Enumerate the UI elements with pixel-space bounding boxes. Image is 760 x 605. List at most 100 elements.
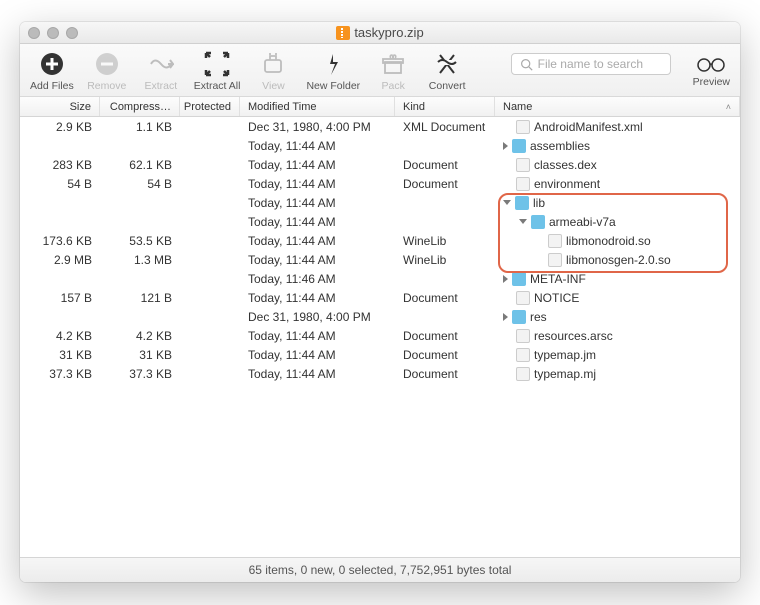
cell-name: typemap.mj — [495, 367, 740, 381]
file-name: res — [530, 310, 547, 324]
cell-modified: Today, 11:44 AM — [240, 158, 395, 172]
column-headers: Size Compress… Protected Modified Time K… — [20, 97, 740, 117]
convert-button[interactable]: Convert — [426, 50, 468, 92]
file-icon — [516, 177, 530, 191]
cell-compressed: 1.1 KB — [100, 120, 180, 134]
file-name: resources.arsc — [534, 329, 613, 343]
table-row[interactable]: 31 KB31 KBToday, 11:44 AMDocumenttypemap… — [20, 345, 740, 364]
cell-kind: WineLib — [395, 253, 495, 267]
disclosure-triangle[interactable] — [503, 200, 511, 205]
file-name: assemblies — [530, 139, 590, 153]
cell-kind: Document — [395, 291, 495, 305]
cell-name: AndroidManifest.xml — [495, 120, 740, 134]
folder-icon — [515, 196, 529, 210]
cell-size: 283 KB — [20, 158, 100, 172]
close-dot[interactable] — [28, 27, 40, 39]
file-name: typemap.jm — [534, 348, 596, 362]
extract-all-button[interactable]: Extract All — [194, 50, 241, 92]
file-name: typemap.mj — [534, 367, 596, 381]
disclosure-triangle[interactable] — [503, 275, 508, 283]
cell-name: lib — [495, 196, 740, 210]
disclosure-triangle[interactable] — [503, 313, 508, 321]
cell-size: 157 B — [20, 291, 100, 305]
cell-kind: Document — [395, 158, 495, 172]
cell-compressed: 54 B — [100, 177, 180, 191]
cell-size: 54 B — [20, 177, 100, 191]
header-protected[interactable]: Protected — [180, 97, 240, 116]
table-row[interactable]: Today, 11:44 AM lib — [20, 193, 740, 212]
header-kind[interactable]: Kind — [395, 97, 495, 116]
extract-icon — [147, 50, 175, 78]
table-row[interactable]: 54 B54 BToday, 11:44 AMDocumentenvironme… — [20, 174, 740, 193]
toolbar-label: Pack — [381, 80, 404, 92]
cell-modified: Dec 31, 1980, 4:00 PM — [240, 120, 395, 134]
remove-button: Remove — [86, 50, 128, 92]
cell-modified: Today, 11:44 AM — [240, 234, 395, 248]
preview-button[interactable]: Preview — [693, 50, 730, 88]
table-row[interactable]: 4.2 KB4.2 KBToday, 11:44 AMDocumentresou… — [20, 326, 740, 345]
file-name: libmonosgen-2.0.so — [566, 253, 671, 267]
cell-modified: Today, 11:44 AM — [240, 139, 395, 153]
pack-button: Pack — [372, 50, 414, 92]
zoom-dot[interactable] — [66, 27, 78, 39]
cell-modified: Today, 11:44 AM — [240, 177, 395, 191]
cell-kind: Document — [395, 329, 495, 343]
sort-indicator: ˄ — [726, 102, 731, 112]
window-title: taskypro.zip — [20, 25, 740, 40]
table-row[interactable]: 2.9 MB1.3 MB Today, 11:44 AMWineLib libmon… — [20, 250, 740, 269]
table-row[interactable]: Today, 11:46 AMMETA-INF — [20, 269, 740, 288]
file-icon — [516, 291, 530, 305]
header-size[interactable]: Size — [20, 97, 100, 116]
disclosure-triangle[interactable] — [503, 142, 508, 150]
cell-compressed: 37.3 KB — [100, 367, 180, 381]
table-row[interactable]: 157 B121 BToday, 11:44 AMDocumentNOTICE — [20, 288, 740, 307]
cell-size: 173.6 KB — [20, 234, 100, 248]
cell-size: 37.3 KB — [20, 367, 100, 381]
folder-icon — [512, 139, 526, 153]
window-title-text: taskypro.zip — [354, 25, 423, 40]
new-folder-icon — [319, 50, 347, 78]
table-row[interactable]: Today, 11:44 AMarmeabi-v7a — [20, 212, 740, 231]
cell-compressed: 53.5 KB — [100, 234, 180, 248]
cell-name: environment — [495, 177, 740, 191]
cell-compressed: 1.3 MB — [100, 253, 180, 267]
file-icon — [516, 329, 530, 343]
search-input[interactable]: File name to search — [511, 53, 671, 75]
table-row[interactable]: 2.9 KB1.1 KBDec 31, 1980, 4:00 PMXML Doc… — [20, 117, 740, 136]
table-row[interactable]: 173.6 KB53.5 KBToday, 11:44 AMWineLiblib… — [20, 231, 740, 250]
header-compressed[interactable]: Compress… — [100, 97, 180, 116]
table-row[interactable]: 283 KB62.1 KBToday, 11:44 AMDocumentclas… — [20, 155, 740, 174]
traffic-lights[interactable] — [28, 27, 78, 39]
cell-size: 2.9 MB — [20, 253, 100, 267]
file-name: META-INF — [530, 272, 586, 286]
minimize-dot[interactable] — [47, 27, 59, 39]
new-folder-button[interactable]: New Folder — [306, 50, 360, 92]
toolbar-label: Extract — [144, 80, 177, 92]
cell-name: libmonosgen-2.0.so — [495, 253, 740, 267]
cell-kind: XML Document — [395, 120, 495, 134]
table-row[interactable]: 37.3 KB37.3 KBToday, 11:44 AMDocumenttyp… — [20, 364, 740, 383]
preview-label: Preview — [693, 76, 730, 88]
file-list[interactable]: 2.9 KB1.1 KBDec 31, 1980, 4:00 PMXML Doc… — [20, 117, 740, 557]
cell-modified: Today, 11:44 AM — [240, 196, 395, 210]
cell-name: resources.arsc — [495, 329, 740, 343]
add-files-button[interactable]: Add Files — [30, 50, 74, 92]
extract-all-icon — [203, 50, 231, 78]
file-icon — [516, 367, 530, 381]
cell-compressed: 31 KB — [100, 348, 180, 362]
pack-icon — [379, 50, 407, 78]
disclosure-triangle[interactable] — [519, 219, 527, 224]
file-icon — [548, 234, 562, 248]
folder-icon — [512, 310, 526, 324]
status-bar: 65 items, 0 new, 0 selected, 7,752,951 b… — [20, 557, 740, 582]
convert-icon — [433, 50, 461, 78]
view-button: View — [252, 50, 294, 92]
header-name[interactable]: Name˄ — [495, 97, 740, 116]
file-name: classes.dex — [534, 158, 597, 172]
table-row[interactable]: Today, 11:44 AM assemblies — [20, 136, 740, 155]
file-name: AndroidManifest.xml — [534, 120, 643, 134]
remove-icon — [93, 50, 121, 78]
table-row[interactable]: Dec 31, 1980, 4:00 PMres — [20, 307, 740, 326]
header-modified[interactable]: Modified Time — [240, 97, 395, 116]
cell-modified: Today, 11:44 AM — [240, 253, 395, 267]
